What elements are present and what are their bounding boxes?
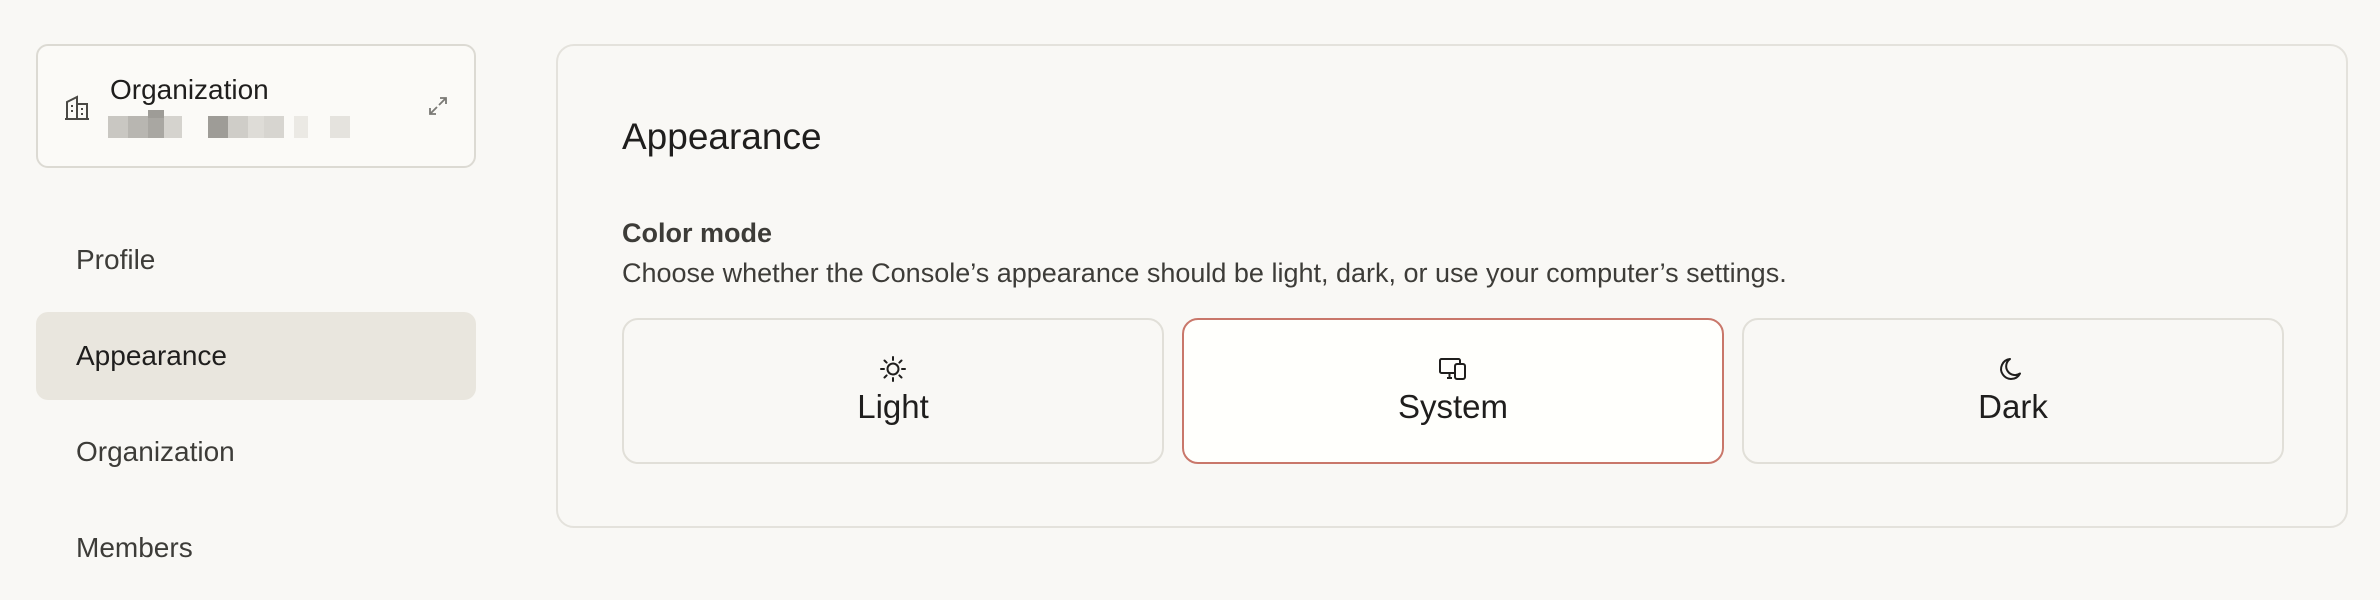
sidebar: Organization Profile Appearance Organiza…	[36, 44, 476, 600]
nav-item-organization[interactable]: Organization	[36, 408, 476, 496]
color-mode-system-option[interactable]: System	[1182, 318, 1724, 464]
color-mode-light-label: Light	[857, 388, 929, 425]
moon-icon	[2000, 358, 2021, 380]
appearance-panel: Appearance Color mode Choose whether the…	[556, 44, 2348, 528]
color-mode-system-label: System	[1397, 388, 1509, 425]
color-mode-options: Light System Dark	[622, 318, 2284, 464]
color-mode-dark-option[interactable]: Dark	[1742, 318, 2284, 464]
sun-icon	[880, 356, 906, 382]
devices-icon	[1439, 358, 1466, 380]
redacted-org-id	[108, 110, 358, 138]
nav-item-profile[interactable]: Profile	[36, 216, 476, 304]
color-mode-description: Choose whether the Console’s appearance …	[622, 258, 1787, 288]
organization-name: Organization	[110, 74, 269, 105]
expand-icon[interactable]	[426, 94, 450, 118]
color-mode-dark-label: Dark	[1978, 388, 2048, 425]
color-mode-label: Color mode	[622, 218, 773, 248]
organization-switcher[interactable]: Organization	[36, 44, 476, 168]
color-mode-light-option[interactable]: Light	[622, 318, 1164, 464]
nav-item-appearance[interactable]: Appearance	[36, 312, 476, 400]
building-icon	[65, 95, 89, 120]
nav-item-members[interactable]: Members	[36, 504, 476, 592]
page-title: Appearance	[622, 116, 822, 157]
settings-nav: Profile Appearance Organization Members	[36, 216, 476, 592]
